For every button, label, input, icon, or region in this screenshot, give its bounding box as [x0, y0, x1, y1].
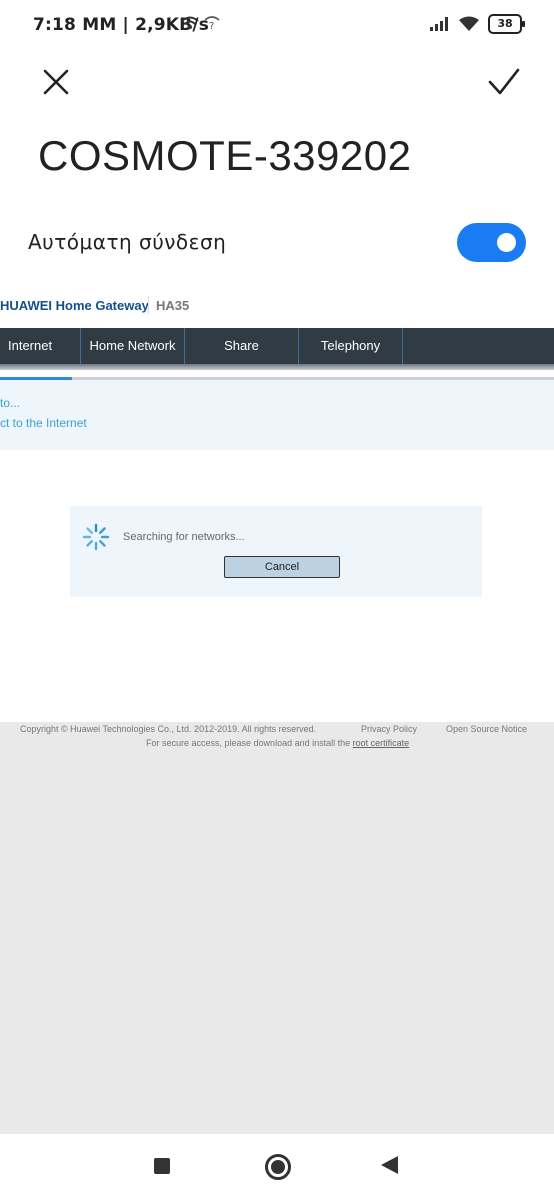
close-button[interactable] — [38, 64, 74, 100]
tab-home-network[interactable]: Home Network — [81, 328, 184, 364]
wifi-icon — [459, 16, 479, 31]
router-model: HA35 — [156, 298, 190, 313]
svg-text:?: ? — [209, 21, 214, 31]
open-source-notice-link[interactable]: Open Source Notice — [446, 724, 527, 734]
system-nav-bar — [0, 1134, 554, 1200]
loading-spinner-icon — [82, 523, 110, 551]
auto-connect-toggle[interactable] — [457, 223, 526, 262]
auto-connect-label: Αυτόματη σύνδεση — [28, 230, 227, 254]
status-right: 38 — [430, 14, 525, 34]
recents-button[interactable] — [154, 1158, 170, 1174]
tab-internet[interactable]: Internet — [0, 328, 80, 364]
nav-shadow — [0, 364, 554, 370]
router-webview: HUAWEI Home Gateway HA35 Internet Home N… — [0, 280, 554, 722]
cancel-button[interactable]: Cancel — [224, 556, 340, 578]
home-button[interactable] — [265, 1154, 291, 1180]
status-bar: 7:18 MM | 2,9KB/s ? 38 — [0, 0, 554, 50]
close-icon — [43, 69, 69, 95]
search-dialog: Searching for networks... Cancel — [70, 506, 482, 597]
battery-icon: 38 — [488, 14, 525, 34]
info-line-1: to... — [0, 396, 21, 410]
check-icon — [488, 68, 520, 95]
root-certificate-link[interactable]: root certificate — [353, 738, 410, 748]
brand-separator — [148, 296, 149, 314]
nav-divider — [402, 328, 403, 364]
wifi-assist-icon — [181, 16, 199, 29]
router-brand: HUAWEI Home Gateway — [0, 298, 149, 313]
toggle-knob — [497, 233, 516, 252]
connection-info-box: to... ct to the Internet — [0, 380, 554, 450]
confirm-button[interactable] — [484, 64, 524, 100]
secure-access-text: For secure access, please download and i… — [146, 738, 409, 748]
wifi-question-icon: ? — [204, 16, 220, 31]
privacy-policy-link[interactable]: Privacy Policy — [361, 724, 417, 734]
tab-telephony[interactable]: Telephony — [299, 328, 402, 364]
tab-share[interactable]: Share — [185, 328, 298, 364]
network-name: COSMOTE-339202 — [38, 132, 412, 179]
signal-icon — [430, 17, 448, 31]
secure-access-prefix: For secure access, please download and i… — [146, 738, 351, 748]
router-nav-bar: Internet Home Network Share Telephony — [0, 328, 554, 364]
info-line-2: ct to the Internet — [0, 416, 87, 430]
searching-text: Searching for networks... — [123, 531, 245, 543]
back-button[interactable] — [381, 1156, 398, 1174]
router-footer: Copyright © Huawei Technologies Co., Ltd… — [0, 722, 554, 1134]
copyright-text: Copyright © Huawei Technologies Co., Ltd… — [20, 724, 317, 734]
